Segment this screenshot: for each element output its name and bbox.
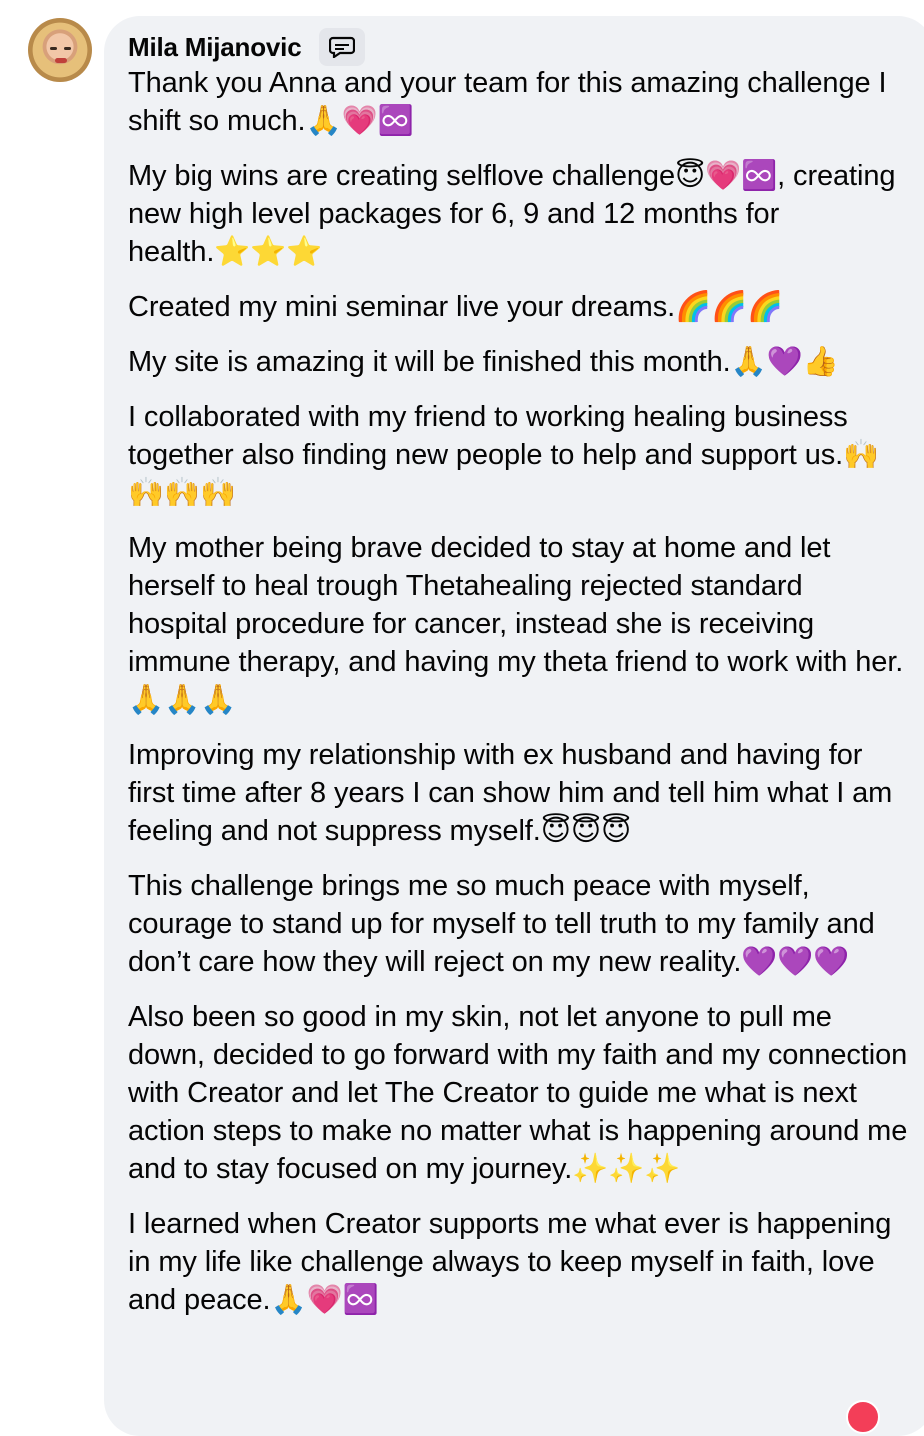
chat-bubble-icon[interactable]	[319, 28, 366, 66]
heart-reaction-icon[interactable]	[846, 1400, 880, 1434]
comment-header: Mila Mijanovic	[128, 28, 366, 66]
avatar-lips	[55, 58, 67, 63]
comment-paragraph: My site is amazing it will be finished t…	[128, 346, 839, 378]
comment-paragraph: This challenge brings me so much peace w…	[128, 870, 875, 978]
avatar-eye	[64, 47, 71, 50]
comment-paragraph: Created my mini seminar live your dreams…	[128, 291, 784, 323]
comment-paragraph: My big wins are creating selflove challe…	[128, 160, 896, 268]
comment-paragraph: Thank you Anna and your team for this am…	[128, 67, 887, 137]
avatar-eye	[50, 47, 57, 50]
comment-paragraph: Improving my relationship with ex husban…	[128, 739, 893, 847]
comment-paragraph: My mother being brave decided to stay at…	[128, 532, 904, 716]
comment-paragraph: I collaborated with my friend to working…	[128, 401, 880, 509]
comment-paragraph: Also been so good in my skin, not let an…	[128, 1001, 908, 1185]
previous-comment-edge	[210, 0, 216, 12]
author-name[interactable]: Mila Mijanovic	[128, 32, 302, 63]
avatar[interactable]	[28, 18, 92, 82]
comment-body: Thank you Anna and your team for this am…	[128, 64, 908, 1336]
comment-paragraph: I learned when Creator supports me what …	[128, 1208, 892, 1316]
